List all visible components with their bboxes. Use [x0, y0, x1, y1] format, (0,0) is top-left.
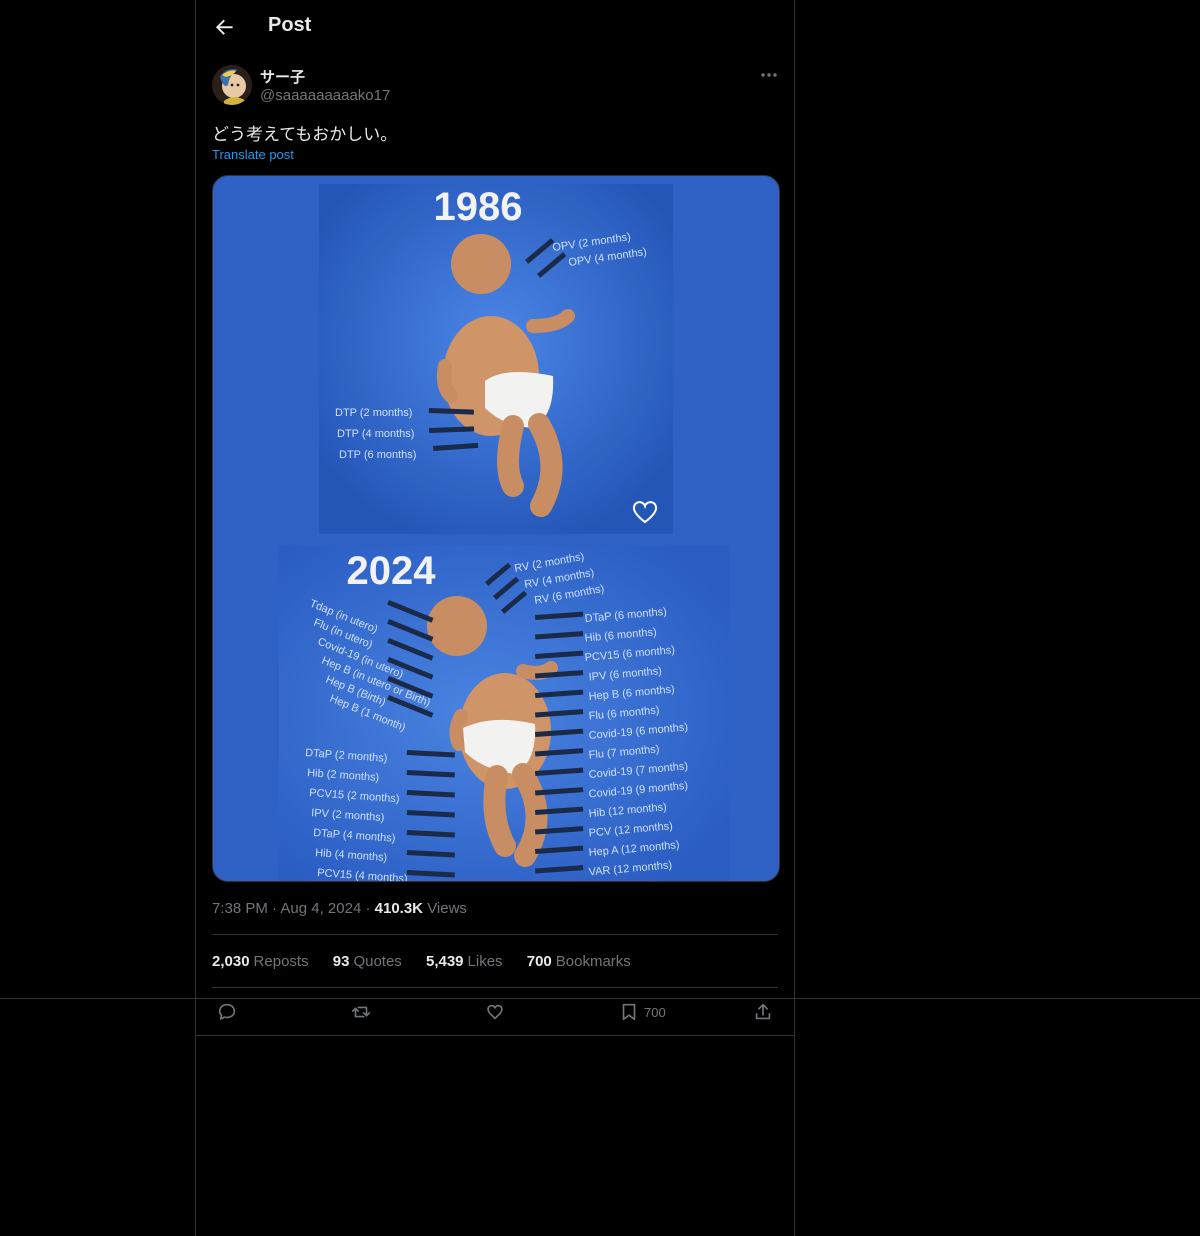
bookmarks-label: Bookmarks	[555, 953, 631, 970]
post-meta: 7:38 PM · Aug 4, 2024 · 410.3K Views	[212, 900, 467, 917]
post-time[interactable]: 7:38 PM	[212, 900, 268, 917]
quotes-stat[interactable]: 93 Quotes	[333, 953, 402, 970]
likes-stat[interactable]: 5,439 Likes	[426, 953, 503, 970]
quotes-label: Quotes	[353, 953, 402, 970]
vaccine-comparison-image: 1986 OPV (2 months) OPV (4 months) DTP (…	[213, 176, 779, 881]
views-count: 410.3K	[374, 900, 424, 917]
bookmark-button[interactable]: 700	[618, 1000, 666, 1024]
bookmark-count: 700	[644, 1004, 666, 1020]
post-image[interactable]: 1986 OPV (2 months) OPV (4 months) DTP (…	[212, 175, 780, 882]
user-handle[interactable]: @saaaaaaaaako17	[260, 87, 390, 104]
avatar[interactable]	[212, 65, 252, 105]
likes-count: 5,439	[425, 953, 464, 970]
action-bar-bottom-line	[196, 1035, 794, 1036]
label-dtp-6: DTP (6 months)	[339, 449, 416, 461]
bookmark-icon	[622, 1003, 636, 1021]
translate-post-link[interactable]: Translate post	[212, 147, 294, 162]
bookmarks-count: 700	[526, 953, 552, 970]
like-button[interactable]	[484, 1000, 506, 1024]
post-date[interactable]: Aug 4, 2024	[280, 900, 361, 917]
label-dtp-4: DTP (4 months)	[337, 428, 414, 440]
divider	[212, 934, 778, 935]
quotes-count: 93	[332, 953, 350, 970]
display-name[interactable]: サー子	[260, 66, 305, 87]
main-column: Post サー子 @saaaaaaaaako17 どう考えてもおかしい。 Tra…	[195, 0, 795, 1236]
more-icon	[761, 73, 777, 77]
reply-button[interactable]	[216, 1000, 238, 1024]
repost-button[interactable]	[350, 1000, 372, 1024]
likes-label: Likes	[467, 953, 503, 970]
reposts-label: Reposts	[253, 953, 309, 970]
meta-separator: ·	[365, 900, 375, 917]
repost-icon	[351, 1006, 371, 1018]
year-2024: 2024	[347, 549, 437, 593]
page-title: Post	[268, 14, 312, 36]
reposts-count: 2,030	[212, 953, 250, 970]
share-icon	[755, 1003, 771, 1020]
views-label: Views	[427, 900, 467, 917]
like-icon	[487, 1004, 503, 1020]
more-options-button[interactable]	[758, 64, 780, 86]
back-arrow-icon	[215, 19, 233, 35]
bookmarks-stat[interactable]: 700 Bookmarks	[527, 953, 631, 970]
year-1986: 1986	[434, 185, 523, 229]
divider	[212, 987, 778, 988]
back-button[interactable]	[210, 13, 238, 41]
post-text: どう考えてもおかしい。	[212, 125, 398, 144]
reposts-stat[interactable]: 2,030 Reposts	[212, 953, 309, 970]
engagement-stats: 2,030 Reposts 93 Quotes 5,439 Likes 700 Book…	[212, 953, 651, 970]
share-button[interactable]	[752, 1000, 774, 1024]
label-dtp-2: DTP (2 months)	[335, 407, 412, 419]
header: Post	[196, 0, 794, 54]
reply-icon	[218, 1003, 236, 1020]
avatar-image	[212, 65, 252, 105]
